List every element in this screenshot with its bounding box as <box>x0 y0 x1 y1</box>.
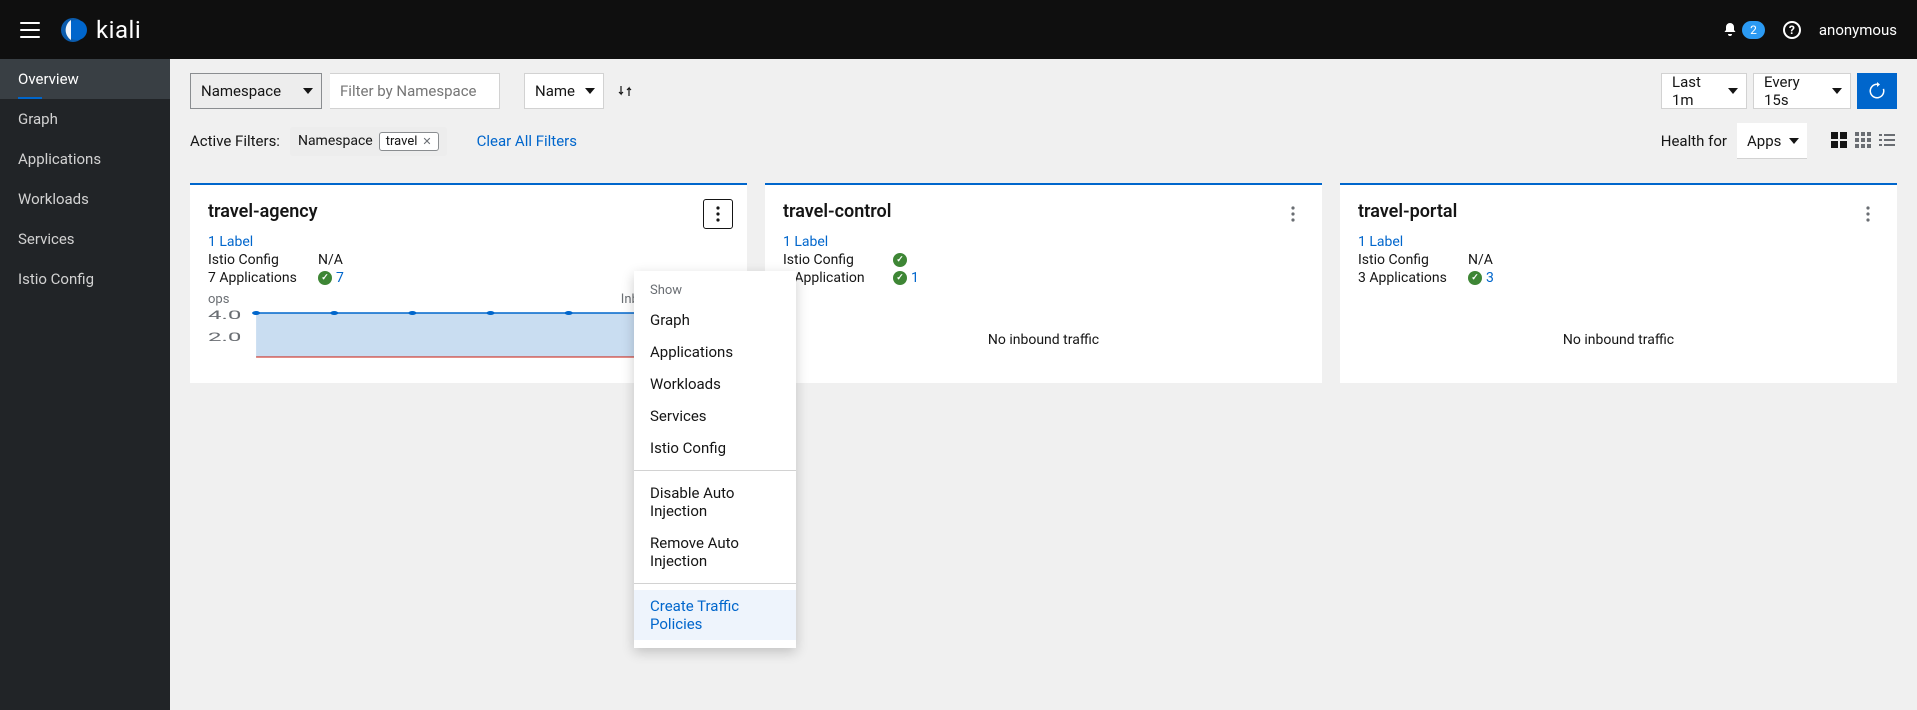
sort-by-select[interactable]: Name <box>524 73 604 109</box>
caret-down-icon <box>585 88 595 94</box>
sort-icon <box>618 84 632 98</box>
main-content: Namespace Name Last 1m Every 15s <box>170 59 1917 710</box>
brand-logo[interactable]: kiali <box>58 15 141 45</box>
dropdown-item-istio-config[interactable]: Istio Config <box>634 432 796 464</box>
ok-icon <box>318 271 332 285</box>
bell-icon <box>1722 22 1738 38</box>
filter-chip-category: Namespace <box>298 133 373 149</box>
card-title: travel-control <box>783 201 1304 222</box>
logo-icon <box>58 15 88 45</box>
health-for-select[interactable]: Apps <box>1737 123 1807 159</box>
toolbar-row: Namespace Name Last 1m Every 15s <box>190 73 1897 109</box>
active-filters-label: Active Filters: <box>190 132 280 150</box>
caret-down-icon <box>1832 88 1842 94</box>
topbar-right: 2 ? anonymous <box>1722 21 1897 39</box>
card-row-istio: Istio Config N/A <box>208 252 729 268</box>
card-title: travel-portal <box>1358 201 1879 222</box>
toolbar-right: Last 1m Every 15s <box>1661 73 1897 109</box>
card-kebab-button[interactable] <box>703 199 733 229</box>
sidebar: Overview Graph Applications Workloads Se… <box>0 59 170 710</box>
dropdown-divider <box>634 583 796 584</box>
notifications-button[interactable]: 2 <box>1722 21 1765 39</box>
active-filters-row: Active Filters: Namespace travel ✕ Clear… <box>190 123 1897 159</box>
refresh-icon <box>1868 82 1886 100</box>
card-row-apps: 1 Application 1 <box>783 270 1304 286</box>
sidebar-item-overview[interactable]: Overview <box>0 59 170 99</box>
filter-chip: Namespace travel ✕ <box>290 127 447 156</box>
no-traffic-label: No inbound traffic <box>1358 332 1879 348</box>
ok-icon <box>1468 271 1482 285</box>
refresh-interval-select[interactable]: Every 15s <box>1753 73 1851 109</box>
caret-down-icon <box>1728 88 1738 94</box>
dropdown-section-label: Show <box>634 279 796 304</box>
sidebar-item-services[interactable]: Services <box>0 219 170 259</box>
dropdown-item-disable-auto-injection[interactable]: Disable Auto Injection <box>634 477 796 527</box>
dropdown-item-create-traffic-policies[interactable]: Create Traffic Policies <box>634 590 796 640</box>
view-list-button[interactable] <box>1879 132 1897 150</box>
caret-down-icon <box>303 88 313 94</box>
sidebar-item-istio-config[interactable]: Istio Config <box>0 259 170 299</box>
topbar-left: kiali <box>20 15 141 45</box>
hamburger-menu-button[interactable] <box>20 22 40 38</box>
card-title: travel-agency <box>208 201 729 222</box>
sidebar-item-applications[interactable]: Applications <box>0 139 170 179</box>
view-grid-small-button[interactable] <box>1855 132 1873 150</box>
card-row-istio: Istio Config <box>783 252 1304 268</box>
namespace-card-travel-portal: travel-portal 1 Label Istio Config N/A 3… <box>1340 183 1897 383</box>
labels-link[interactable]: 1 Label <box>208 234 729 250</box>
view-grid-large-button[interactable] <box>1831 132 1849 150</box>
time-range-select[interactable]: Last 1m <box>1661 73 1747 109</box>
brand-text: kiali <box>96 16 141 44</box>
filter-chip-value[interactable]: travel ✕ <box>379 132 439 151</box>
no-traffic-label: No inbound traffic <box>783 332 1304 348</box>
close-icon[interactable]: ✕ <box>422 135 431 148</box>
labels-link[interactable]: 1 Label <box>1358 234 1879 250</box>
health-for-label: Health for <box>1661 132 1727 150</box>
help-icon[interactable]: ? <box>1783 21 1801 39</box>
dropdown-item-applications[interactable]: Applications <box>634 336 796 368</box>
dropdown-item-graph[interactable]: Graph <box>634 304 796 336</box>
ok-icon <box>893 271 907 285</box>
namespace-cards: travel-agency 1 Label Istio Config N/A 7… <box>190 183 1897 383</box>
top-bar: kiali 2 ? anonymous <box>0 0 1917 59</box>
card-row-istio: Istio Config N/A <box>1358 252 1879 268</box>
sidebar-item-graph[interactable]: Graph <box>0 99 170 139</box>
card-kebab-button[interactable] <box>1278 199 1308 229</box>
health-controls: Health for Apps <box>1661 123 1897 159</box>
dropdown-item-services[interactable]: Services <box>634 400 796 432</box>
namespace-filter-select[interactable]: Namespace <box>190 73 322 109</box>
card-kebab-button[interactable] <box>1853 199 1883 229</box>
dropdown-item-remove-auto-injection[interactable]: Remove Auto Injection <box>634 527 796 577</box>
dropdown-divider <box>634 470 796 471</box>
sort-direction-button[interactable] <box>612 73 638 109</box>
view-mode-buttons <box>1831 132 1897 150</box>
chart-ylabel: ops <box>208 292 229 307</box>
refresh-button[interactable] <box>1857 73 1897 109</box>
kebab-icon <box>1291 206 1295 222</box>
kebab-icon <box>1866 206 1870 222</box>
sidebar-item-workloads[interactable]: Workloads <box>0 179 170 219</box>
namespace-card-travel-control: travel-control 1 Label Istio Config 1 Ap… <box>765 183 1322 383</box>
notifications-badge: 2 <box>1742 21 1765 39</box>
labels-link[interactable]: 1 Label <box>783 234 1304 250</box>
ok-icon <box>893 253 907 267</box>
card-actions-dropdown: Show Graph Applications Workloads Servic… <box>634 271 796 648</box>
user-label[interactable]: anonymous <box>1819 21 1897 39</box>
clear-filters-link[interactable]: Clear All Filters <box>477 132 577 150</box>
namespace-filter-input[interactable] <box>330 73 500 109</box>
svg-text:2.0: 2.0 <box>208 330 241 345</box>
card-row-apps: 3 Applications 3 <box>1358 270 1879 286</box>
caret-down-icon <box>1789 138 1799 144</box>
kebab-icon <box>716 206 720 222</box>
svg-text:4.0: 4.0 <box>208 308 241 323</box>
dropdown-item-workloads[interactable]: Workloads <box>634 368 796 400</box>
